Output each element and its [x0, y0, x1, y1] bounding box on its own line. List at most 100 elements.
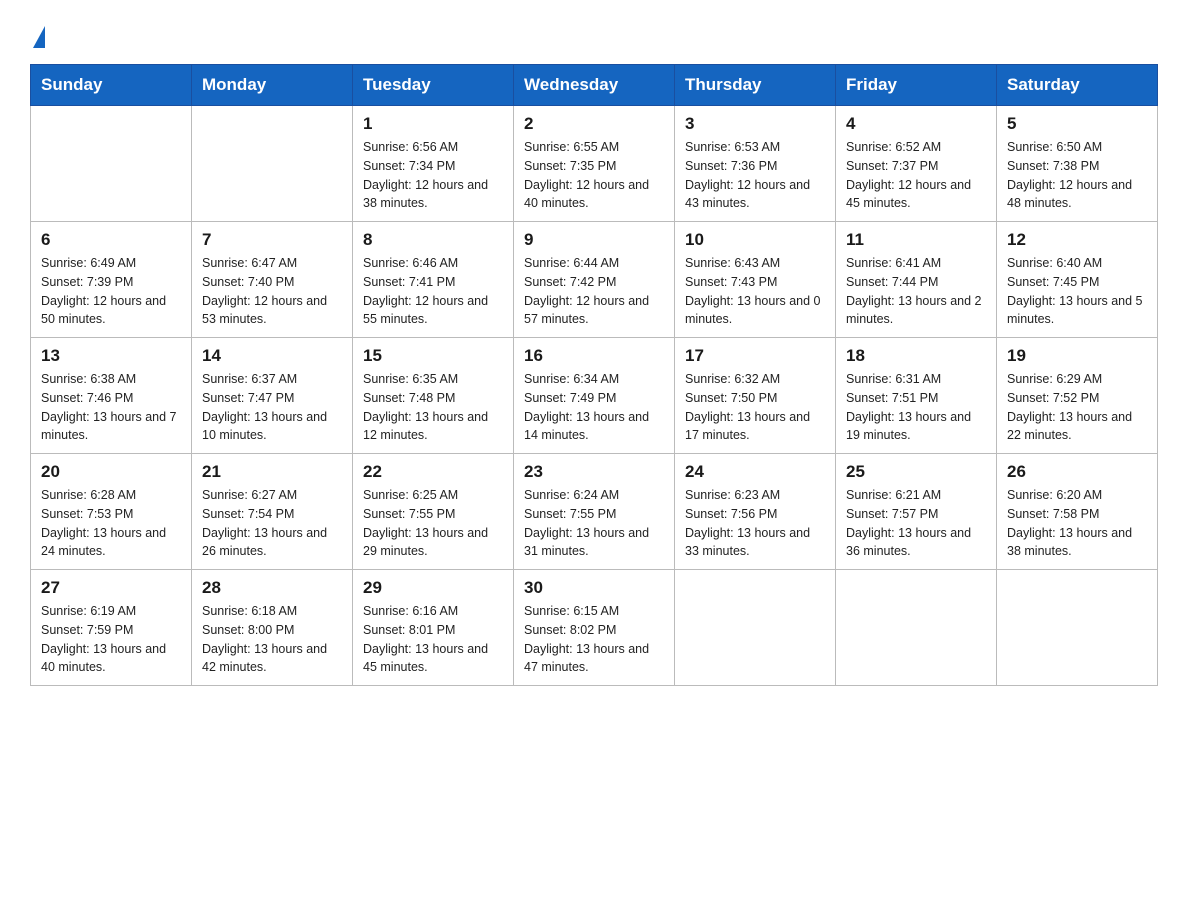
day-info: Sunrise: 6:35 AMSunset: 7:48 PMDaylight:… [363, 370, 503, 445]
day-number: 16 [524, 346, 664, 366]
day-info: Sunrise: 6:31 AMSunset: 7:51 PMDaylight:… [846, 370, 986, 445]
calendar-cell: 29 Sunrise: 6:16 AMSunset: 8:01 PMDayligh… [353, 570, 514, 686]
day-info: Sunrise: 6:21 AMSunset: 7:57 PMDaylight:… [846, 486, 986, 561]
calendar-cell: 20 Sunrise: 6:28 AMSunset: 7:53 PMDayligh… [31, 454, 192, 570]
calendar-cell: 9 Sunrise: 6:44 AMSunset: 7:42 PMDaylight… [514, 222, 675, 338]
calendar-cell: 24 Sunrise: 6:23 AMSunset: 7:56 PMDayligh… [675, 454, 836, 570]
weekday-header: Friday [836, 65, 997, 106]
calendar-cell: 2 Sunrise: 6:55 AMSunset: 7:35 PMDaylight… [514, 106, 675, 222]
day-number: 27 [41, 578, 181, 598]
calendar-week-row: 1 Sunrise: 6:56 AMSunset: 7:34 PMDaylight… [31, 106, 1158, 222]
calendar-week-row: 27Sunrise: 6:19 AMSunset: 7:59 PMDayligh… [31, 570, 1158, 686]
day-info: Sunrise: 6:56 AMSunset: 7:34 PMDaylight:… [363, 138, 503, 213]
calendar-cell [192, 106, 353, 222]
calendar-cell: 23 Sunrise: 6:24 AMSunset: 7:55 PMDayligh… [514, 454, 675, 570]
day-info: Sunrise: 6:23 AMSunset: 7:56 PMDaylight:… [685, 486, 825, 561]
day-info: Sunrise: 6:37 AMSunset: 7:47 PMDaylight:… [202, 370, 342, 445]
calendar-cell: 22 Sunrise: 6:25 AMSunset: 7:55 PMDayligh… [353, 454, 514, 570]
calendar-cell: 6 Sunrise: 6:49 AMSunset: 7:39 PMDaylight… [31, 222, 192, 338]
weekday-header: Saturday [997, 65, 1158, 106]
calendar-cell: 30Sunrise: 6:15 AMSunset: 8:02 PMDayligh… [514, 570, 675, 686]
day-info: Sunrise: 6:25 AMSunset: 7:55 PMDaylight:… [363, 486, 503, 561]
day-number: 21 [202, 462, 342, 482]
logo-triangle-icon [33, 26, 45, 48]
calendar-cell: 7Sunrise: 6:47 AMSunset: 7:40 PMDaylight… [192, 222, 353, 338]
day-number: 23 [524, 462, 664, 482]
day-info: Sunrise: 6:43 AMSunset: 7:43 PMDaylight:… [685, 254, 825, 329]
day-info: Sunrise: 6:50 AMSunset: 7:38 PMDaylight:… [1007, 138, 1147, 213]
day-number: 25 [846, 462, 986, 482]
calendar-cell: 5 Sunrise: 6:50 AMSunset: 7:38 PMDaylight… [997, 106, 1158, 222]
calendar-cell: 1 Sunrise: 6:56 AMSunset: 7:34 PMDaylight… [353, 106, 514, 222]
day-number: 3 [685, 114, 825, 134]
day-number: 11 [846, 230, 986, 250]
day-number: 4 [846, 114, 986, 134]
calendar-cell: 25 Sunrise: 6:21 AMSunset: 7:57 PMDayligh… [836, 454, 997, 570]
day-number: 15 [363, 346, 503, 366]
calendar-cell [836, 570, 997, 686]
day-number: 17 [685, 346, 825, 366]
calendar-table: SundayMondayTuesdayWednesdayThursdayFrid… [30, 64, 1158, 686]
calendar-cell: 4 Sunrise: 6:52 AMSunset: 7:37 PMDaylight… [836, 106, 997, 222]
weekday-header: Tuesday [353, 65, 514, 106]
day-info: Sunrise: 6:29 AMSunset: 7:52 PMDaylight:… [1007, 370, 1147, 445]
calendar-cell: 14 Sunrise: 6:37 AMSunset: 7:47 PMDayligh… [192, 338, 353, 454]
calendar-cell: 28 Sunrise: 6:18 AMSunset: 8:00 PMDayligh… [192, 570, 353, 686]
day-info: Sunrise: 6:47 AMSunset: 7:40 PMDaylight:… [202, 254, 342, 329]
weekday-header: Sunday [31, 65, 192, 106]
weekday-header: Wednesday [514, 65, 675, 106]
day-number: 19 [1007, 346, 1147, 366]
day-info: Sunrise: 6:18 AMSunset: 8:00 PMDaylight:… [202, 602, 342, 677]
calendar-cell: 11 Sunrise: 6:41 AMSunset: 7:44 PMDayligh… [836, 222, 997, 338]
day-info: Sunrise: 6:28 AMSunset: 7:53 PMDaylight:… [41, 486, 181, 561]
calendar-cell [31, 106, 192, 222]
day-number: 20 [41, 462, 181, 482]
day-info: Sunrise: 6:46 AMSunset: 7:41 PMDaylight:… [363, 254, 503, 329]
day-info: Sunrise: 6:32 AMSunset: 7:50 PMDaylight:… [685, 370, 825, 445]
day-number: 10 [685, 230, 825, 250]
calendar-cell: 21 Sunrise: 6:27 AMSunset: 7:54 PMDayligh… [192, 454, 353, 570]
day-number: 13 [41, 346, 181, 366]
calendar-week-row: 6 Sunrise: 6:49 AMSunset: 7:39 PMDaylight… [31, 222, 1158, 338]
day-info: Sunrise: 6:53 AMSunset: 7:36 PMDaylight:… [685, 138, 825, 213]
day-info: Sunrise: 6:24 AMSunset: 7:55 PMDaylight:… [524, 486, 664, 561]
day-number: 28 [202, 578, 342, 598]
logo [30, 26, 45, 46]
calendar-week-row: 13 Sunrise: 6:38 AMSunset: 7:46 PMDayligh… [31, 338, 1158, 454]
day-number: 1 [363, 114, 503, 134]
day-info: Sunrise: 6:38 AMSunset: 7:46 PMDaylight:… [41, 370, 181, 445]
day-info: Sunrise: 6:55 AMSunset: 7:35 PMDaylight:… [524, 138, 664, 213]
day-number: 5 [1007, 114, 1147, 134]
calendar-cell: 18Sunrise: 6:31 AMSunset: 7:51 PMDayligh… [836, 338, 997, 454]
calendar-cell: 26 Sunrise: 6:20 AMSunset: 7:58 PMDayligh… [997, 454, 1158, 570]
day-info: Sunrise: 6:16 AMSunset: 8:01 PMDaylight:… [363, 602, 503, 677]
day-number: 24 [685, 462, 825, 482]
day-info: Sunrise: 6:41 AMSunset: 7:44 PMDaylight:… [846, 254, 986, 329]
day-number: 26 [1007, 462, 1147, 482]
weekday-header: Monday [192, 65, 353, 106]
day-info: Sunrise: 6:52 AMSunset: 7:37 PMDaylight:… [846, 138, 986, 213]
day-number: 14 [202, 346, 342, 366]
day-info: Sunrise: 6:27 AMSunset: 7:54 PMDaylight:… [202, 486, 342, 561]
calendar-cell: 10 Sunrise: 6:43 AMSunset: 7:43 PMDayligh… [675, 222, 836, 338]
day-number: 12 [1007, 230, 1147, 250]
calendar-cell: 3 Sunrise: 6:53 AMSunset: 7:36 PMDaylight… [675, 106, 836, 222]
day-number: 6 [41, 230, 181, 250]
day-number: 8 [363, 230, 503, 250]
day-info: Sunrise: 6:44 AMSunset: 7:42 PMDaylight:… [524, 254, 664, 329]
day-number: 2 [524, 114, 664, 134]
day-number: 22 [363, 462, 503, 482]
day-number: 9 [524, 230, 664, 250]
day-info: Sunrise: 6:15 AMSunset: 8:02 PMDaylight:… [524, 602, 664, 677]
day-info: Sunrise: 6:20 AMSunset: 7:58 PMDaylight:… [1007, 486, 1147, 561]
calendar-cell [675, 570, 836, 686]
day-info: Sunrise: 6:34 AMSunset: 7:49 PMDaylight:… [524, 370, 664, 445]
calendar-cell: 13 Sunrise: 6:38 AMSunset: 7:46 PMDayligh… [31, 338, 192, 454]
calendar-week-row: 20 Sunrise: 6:28 AMSunset: 7:53 PMDayligh… [31, 454, 1158, 570]
calendar-cell: 17 Sunrise: 6:32 AMSunset: 7:50 PMDayligh… [675, 338, 836, 454]
day-info: Sunrise: 6:49 AMSunset: 7:39 PMDaylight:… [41, 254, 181, 329]
day-info: Sunrise: 6:40 AMSunset: 7:45 PMDaylight:… [1007, 254, 1147, 329]
calendar-cell: 12 Sunrise: 6:40 AMSunset: 7:45 PMDayligh… [997, 222, 1158, 338]
calendar-cell: 27Sunrise: 6:19 AMSunset: 7:59 PMDayligh… [31, 570, 192, 686]
day-number: 29 [363, 578, 503, 598]
